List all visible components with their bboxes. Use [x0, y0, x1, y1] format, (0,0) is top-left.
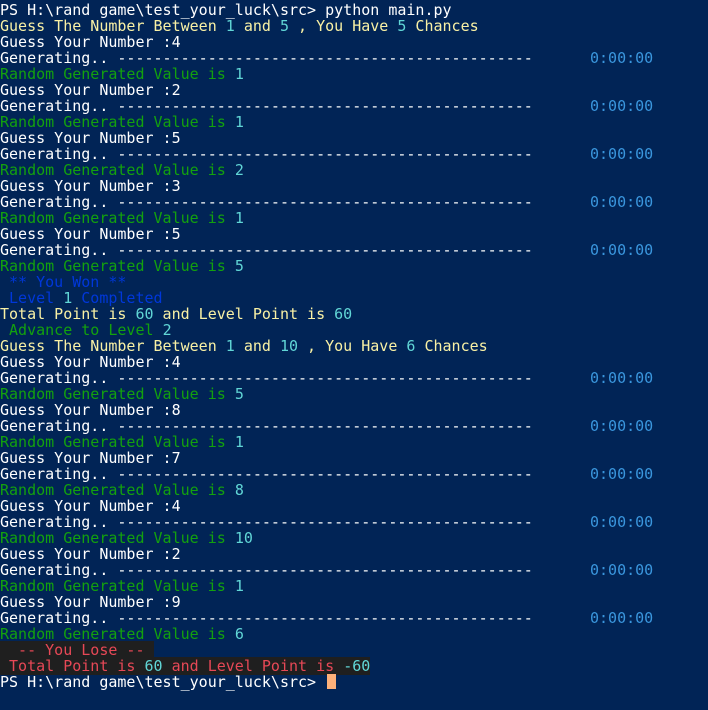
- terminal-text: 10: [234, 529, 253, 547]
- terminal-line: Generating.. ---------------------------…: [0, 514, 708, 530]
- terminal-text: 1: [225, 17, 235, 35]
- terminal-line: Random Generated Value is 8: [0, 482, 708, 498]
- terminal-line: Generating.. ---------------------------…: [0, 50, 708, 66]
- elapsed-timer: 0:00:00: [590, 417, 654, 435]
- terminal-line: Random Generated Value is 1: [0, 434, 708, 450]
- terminal-line: Guess Your Number :4: [0, 34, 708, 50]
- terminal-line: Guess Your Number :8: [0, 402, 708, 418]
- terminal-line: Guess Your Number :3: [0, 178, 708, 194]
- terminal-text: Chances: [415, 337, 488, 355]
- terminal-line: Generating.. ---------------------------…: [0, 242, 708, 258]
- terminal-line: Total Point is 60 and Level Point is -60: [0, 657, 708, 675]
- terminal-line: Generating.. ---------------------------…: [0, 146, 708, 162]
- terminal-text: 1: [234, 577, 244, 595]
- prompt-line[interactable]: PS H:\rand game\test_your_luck\src>: [0, 674, 708, 690]
- terminal-line: Random Generated Value is 10: [0, 530, 708, 546]
- terminal-text: 10: [279, 337, 299, 355]
- terminal-text: and Level Point is: [153, 305, 335, 323]
- terminal-text: 1: [234, 433, 244, 451]
- terminal-text: 6: [234, 625, 244, 643]
- terminal-line: Level 1 Completed: [0, 290, 708, 306]
- terminal-line: Random Generated Value is 2: [0, 162, 708, 178]
- elapsed-timer: 0:00:00: [590, 145, 654, 163]
- terminal-text: 1: [234, 65, 244, 83]
- terminal-line: Random Generated Value is 1: [0, 210, 708, 226]
- terminal-output: PS H:\rand game\test_your_luck\src> pyth…: [0, 2, 708, 690]
- terminal-window[interactable]: PS H:\rand game\test_your_luck\src> pyth…: [0, 0, 708, 710]
- terminal-text: PS H:\rand game\test_your_luck\src>: [0, 673, 326, 691]
- terminal-text: 5: [234, 385, 244, 403]
- elapsed-timer: 0:00:00: [590, 193, 654, 211]
- terminal-line: Random Generated Value is 5: [0, 386, 708, 402]
- terminal-text: , You Have: [289, 17, 398, 35]
- terminal-line: Random Generated Value is 5: [0, 258, 708, 274]
- terminal-line: -- You Lose --: [0, 641, 708, 659]
- terminal-line: Generating.. ---------------------------…: [0, 466, 708, 482]
- terminal-line: Guess The Number Between 1 and 10 , You …: [0, 338, 708, 354]
- terminal-line: Generating.. ---------------------------…: [0, 194, 708, 210]
- terminal-text: 1: [234, 209, 244, 227]
- terminal-line: Guess Your Number :7: [0, 450, 708, 466]
- elapsed-timer: 0:00:00: [590, 49, 654, 67]
- terminal-line: ** You Won **: [0, 274, 708, 290]
- terminal-line: PS H:\rand game\test_your_luck\src> pyth…: [0, 2, 708, 18]
- terminal-text: 5: [234, 257, 244, 275]
- terminal-line: Guess Your Number :4: [0, 354, 708, 370]
- terminal-line: Generating.. ---------------------------…: [0, 610, 708, 626]
- elapsed-timer: 0:00:00: [590, 609, 654, 627]
- terminal-line: Guess Your Number :9: [0, 594, 708, 610]
- terminal-line: Guess The Number Between 1 and 5 , You H…: [0, 18, 708, 34]
- terminal-text: and: [234, 337, 280, 355]
- terminal-line: Random Generated Value is 1: [0, 66, 708, 82]
- elapsed-timer: 0:00:00: [590, 513, 654, 531]
- terminal-text: 5: [279, 17, 289, 35]
- terminal-text: 60: [334, 305, 353, 323]
- terminal-line: Total Point is 60 and Level Point is 60: [0, 306, 708, 322]
- elapsed-timer: 0:00:00: [590, 465, 654, 483]
- terminal-line: Generating.. ---------------------------…: [0, 418, 708, 434]
- elapsed-timer: 0:00:00: [590, 561, 654, 579]
- terminal-line: Guess Your Number :4: [0, 498, 708, 514]
- terminal-text: 1: [234, 113, 244, 131]
- terminal-line: Generating.. ---------------------------…: [0, 370, 708, 386]
- text-cursor: [327, 674, 337, 689]
- terminal-text: 1: [225, 337, 235, 355]
- terminal-line: Guess Your Number :5: [0, 226, 708, 242]
- terminal-text: -60: [343, 657, 371, 675]
- elapsed-timer: 0:00:00: [590, 369, 654, 387]
- terminal-text: 2: [234, 161, 244, 179]
- terminal-line: Guess Your Number :2: [0, 82, 708, 98]
- terminal-text: Chances: [406, 17, 479, 35]
- terminal-text: and: [234, 17, 280, 35]
- terminal-line: Generating.. ---------------------------…: [0, 562, 708, 578]
- terminal-line: Random Generated Value is 1: [0, 578, 708, 594]
- elapsed-timer: 0:00:00: [590, 241, 654, 259]
- terminal-line: Advance to Level 2: [0, 322, 708, 338]
- terminal-line: Guess Your Number :5: [0, 130, 708, 146]
- terminal-text: 8: [234, 481, 244, 499]
- terminal-text: , You Have: [298, 337, 407, 355]
- terminal-line: Guess Your Number :2: [0, 546, 708, 562]
- terminal-line: Random Generated Value is 1: [0, 114, 708, 130]
- terminal-line: Generating.. ---------------------------…: [0, 98, 708, 114]
- elapsed-timer: 0:00:00: [590, 97, 654, 115]
- terminal-line: Random Generated Value is 6: [0, 626, 708, 642]
